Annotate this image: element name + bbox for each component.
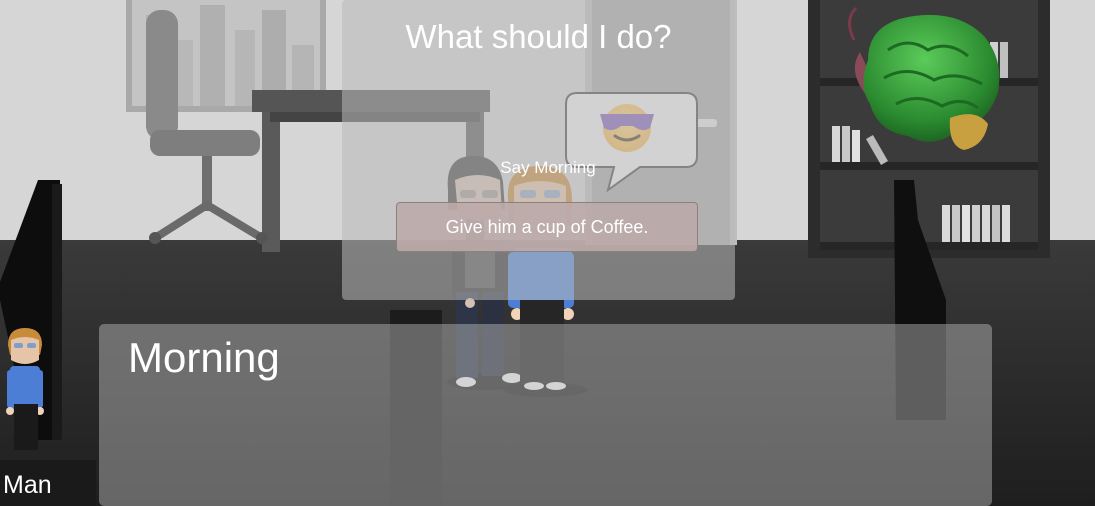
brain-icon[interactable] bbox=[838, 0, 1010, 162]
choice-prompt: What should I do? bbox=[405, 18, 672, 55]
choice-option-say-morning[interactable]: Say Morning bbox=[480, 158, 616, 178]
choice-option-give-coffee-button[interactable]: Give him a cup of Coffee. bbox=[396, 202, 698, 252]
speaker-name: Man bbox=[3, 471, 52, 499]
dialog-text: Morning bbox=[128, 334, 280, 381]
